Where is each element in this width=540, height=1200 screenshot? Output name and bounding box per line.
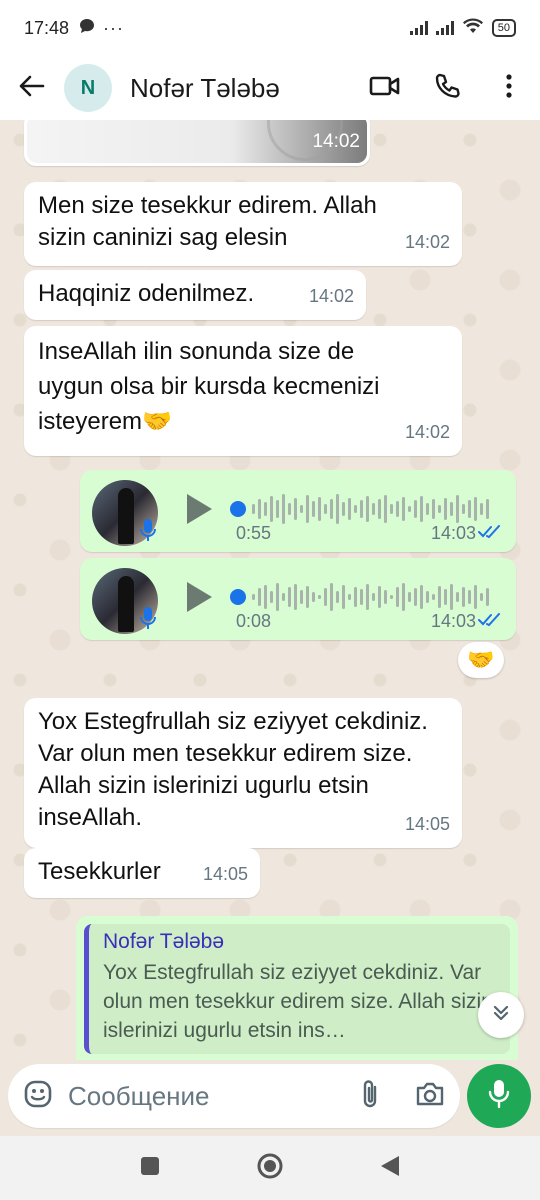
double-check-icon <box>478 525 502 544</box>
wifi-icon <box>462 18 484 39</box>
message-time: 14:03 <box>430 611 476 631</box>
nav-home-icon[interactable] <box>256 1152 284 1185</box>
voice-message[interactable]: 0:08 14:03 <box>80 558 516 640</box>
message-time: 14:02 <box>404 232 450 252</box>
playback-position[interactable] <box>230 501 246 517</box>
video-call-button[interactable] <box>354 56 416 120</box>
message-text: Men size tesekkur edirem. Allah sizin ca… <box>38 192 377 251</box>
mic-icon <box>140 518 156 547</box>
nav-square-icon[interactable] <box>140 1156 160 1181</box>
camera-button[interactable] <box>400 1081 460 1112</box>
camera-icon <box>415 1081 445 1112</box>
playback-position[interactable] <box>230 589 246 605</box>
message-input-container[interactable]: Сообщение <box>8 1064 460 1128</box>
message-composer: Сообщение <box>0 1060 540 1136</box>
contact-avatar[interactable]: N <box>64 64 112 112</box>
battery-icon: 50 <box>491 19 516 37</box>
quoted-text: Yox Estegfrullah siz eziyyet cekdiniz. V… <box>103 961 493 1042</box>
play-icon[interactable] <box>184 580 214 619</box>
emoji-icon <box>23 1079 53 1114</box>
attach-button[interactable] <box>340 1079 400 1114</box>
message-text: InseAllah ilin sonunda size de uygun ols… <box>38 338 380 435</box>
message-time: 14:02 <box>404 422 450 442</box>
voice-duration: 0:55 <box>236 523 272 543</box>
mic-icon <box>140 606 156 635</box>
quoted-sender: Nofər Tələbə <box>103 930 225 953</box>
status-bar: 17:48 ··· 50 <box>0 0 540 56</box>
quoted-message[interactable]: Nofər Tələbə Yox Estegfrullah siz eziyye… <box>84 924 510 1054</box>
back-arrow-icon <box>19 75 45 102</box>
system-navigation-bar <box>0 1136 540 1200</box>
signal-icon <box>435 21 454 35</box>
emoji-button[interactable] <box>8 1079 68 1114</box>
chat-header: N Nofər Tələbə <box>0 56 540 120</box>
chevron-down-icon <box>491 1003 511 1028</box>
message-time: 14:03 <box>430 523 476 543</box>
reaction-badge[interactable]: 🤝 <box>458 642 504 678</box>
more-icon <box>506 73 512 103</box>
back-button[interactable] <box>0 56 64 120</box>
incoming-message[interactable]: InseAllah ilin sonunda size de uygun ols… <box>24 326 462 456</box>
incoming-message[interactable]: Tesekkurler 14:05 <box>24 848 260 898</box>
chat-bubble-icon <box>79 18 95 39</box>
message-time: 14:05 <box>202 864 248 884</box>
mic-icon <box>488 1079 510 1114</box>
voice-duration: 0:08 <box>236 611 272 631</box>
phone-icon <box>434 73 460 104</box>
nav-back-icon[interactable] <box>380 1155 400 1182</box>
more-notifications-icon: ··· <box>103 17 125 38</box>
voice-message[interactable]: 0:55 14:03 <box>80 470 516 552</box>
status-time: 17:48 <box>24 17 70 38</box>
contact-name[interactable]: Nofər Tələbə <box>130 73 280 104</box>
attach-icon <box>360 1079 380 1114</box>
incoming-message[interactable]: Men size tesekkur edirem. Allah sizin ca… <box>24 182 462 266</box>
message-text: Yox Estegfrullah siz eziyyet cekdiniz. V… <box>38 708 428 831</box>
video-call-icon <box>369 75 401 102</box>
incoming-message[interactable]: Yox Estegfrullah siz eziyyet cekdiniz. V… <box>24 698 462 848</box>
signal-icon <box>409 21 428 35</box>
incoming-message[interactable]: Haqqiniz odenilmez. 14:02 <box>24 270 366 320</box>
play-icon[interactable] <box>184 492 214 531</box>
message-time: 14:02 <box>308 286 354 306</box>
voice-record-button[interactable] <box>467 1064 531 1128</box>
message-input[interactable]: Сообщение <box>68 1081 340 1112</box>
voice-call-button[interactable] <box>416 56 478 120</box>
double-check-icon <box>478 613 502 632</box>
chat-area[interactable]: 14:02 Men size tesekkur edirem. Allah si… <box>0 120 540 1060</box>
image-message[interactable]: 14:02 <box>24 120 370 166</box>
message-time: 14:02 <box>312 131 360 152</box>
more-options-button[interactable] <box>478 56 540 120</box>
outgoing-reply-message[interactable]: Nofər Tələbə Yox Estegfrullah siz eziyye… <box>76 916 518 1060</box>
scroll-to-bottom-button[interactable] <box>478 992 524 1038</box>
message-time: 14:05 <box>404 814 450 834</box>
